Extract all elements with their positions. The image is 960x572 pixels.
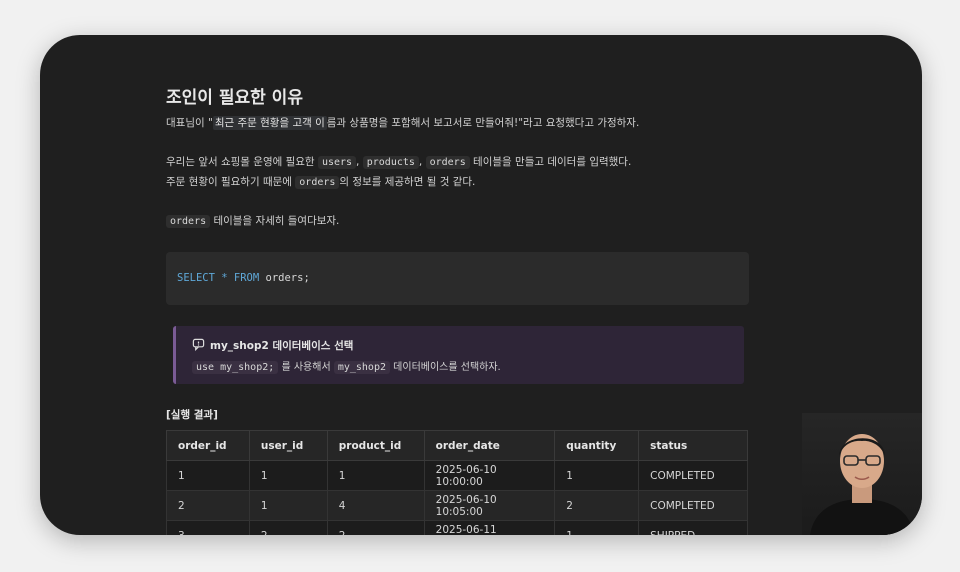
callout-text-mid: 를 사용해서: [278, 362, 334, 373]
table-row: 1 1 1 2025-06-10 10:00:00 1 COMPLETED: [166, 460, 748, 491]
table-cell: 4: [326, 490, 425, 521]
table-cell: 2025-06-11 14:20:00: [423, 520, 556, 535]
column-header: user_id: [248, 430, 328, 461]
result-table: order_id user_id product_id order_date q…: [166, 430, 748, 535]
inline-code-use: use my_shop2;: [192, 361, 279, 374]
page-title: 조인이 필요한 이유: [166, 88, 303, 108]
callout-title-text: my_shop2 데이터베이스 선택: [210, 340, 354, 352]
inline-code-db: my_shop2: [333, 361, 390, 374]
table-cell: 1: [166, 460, 250, 491]
column-header: order_id: [166, 430, 250, 461]
inline-code-orders: orders: [166, 215, 211, 228]
table-cell: SHIPPED: [638, 520, 748, 535]
sql-keyword-select: SELECT: [177, 272, 215, 284]
sql-star: *: [214, 272, 234, 284]
p2-sep-2: ,: [418, 156, 426, 168]
inline-code-users: users: [317, 156, 357, 169]
speech-bubble-icon: [192, 338, 205, 352]
video-frame: 조인이 필요한 이유 대표님이 " 최근 주문 현황을 고객 이 름과 상품명을 포…: [40, 35, 922, 535]
table-cell: COMPLETED: [638, 490, 748, 521]
sql-keyword-from: FROM: [233, 272, 260, 284]
table-cell: 1: [248, 490, 328, 521]
table-cell: 2: [554, 490, 640, 521]
table-row: 3 2 2 2025-06-11 14:20:00 1 SHIPPED: [166, 520, 748, 535]
paragraph-2: 우리는 앞서 쇼핑몰 운영에 필요한 users, products, orde…: [166, 154, 631, 169]
paragraph-1: 대표님이 " 최근 주문 현황을 고객 이 름과 상품명을 포함해서 보고서로 만들…: [166, 115, 639, 130]
table-cell: 1: [248, 460, 328, 491]
column-header: product_id: [326, 430, 425, 461]
table-header-row: order_id user_id product_id order_date q…: [166, 430, 748, 461]
p3-text-pre: 주문 현황이 필요하기 때문에: [166, 176, 296, 188]
callout-text-post: 데이터베이스를 선택하자.: [390, 362, 501, 373]
inline-code-orders: orders: [425, 156, 470, 169]
sql-code-block[interactable]: SELECT * FROM orders;: [166, 252, 749, 305]
table-cell: 1: [554, 520, 640, 535]
p3-text-post: 의 정보를 제공하면 될 것 같다.: [339, 176, 476, 188]
table-cell: COMPLETED: [638, 460, 748, 491]
table-cell: 2: [166, 490, 250, 521]
table-cell: 2025-06-10 10:05:00: [423, 490, 556, 521]
column-header: quantity: [554, 430, 640, 461]
paragraph-4: orders 테이블을 자세히 들여다보자.: [166, 213, 339, 228]
presenter-avatar: [810, 434, 914, 535]
table-cell: 2: [326, 520, 425, 535]
table-cell: 1: [326, 460, 425, 491]
p1-highlight: 최근 주문 현황을 고객 이: [212, 116, 327, 130]
sql-table-name: orders;: [259, 272, 310, 284]
p2-text-post: 테이블을 만들고 데이터를 입력했다.: [469, 156, 632, 168]
column-header: order_date: [423, 430, 556, 461]
p2-text-pre: 우리는 앞서 쇼핑몰 운영에 필요한: [166, 156, 318, 168]
callout-box: my_shop2 데이터베이스 선택 use my_shop2; 를 사용해서 …: [173, 326, 744, 384]
p1-text-post: 름과 상품명을 포함해서 보고서로 만들어줘!"라고 요청했다고 가정하자.: [326, 117, 640, 129]
column-header: status: [638, 430, 748, 461]
table-cell: 2: [248, 520, 328, 535]
result-label: [실행 결과]: [166, 409, 218, 421]
webcam-overlay: [802, 413, 922, 535]
callout-title: my_shop2 데이터베이스 선택: [192, 338, 353, 353]
sql-statement: SELECT * FROM orders;: [177, 272, 310, 284]
paragraph-3: 주문 현황이 필요하기 때문에 orders 의 정보를 제공하면 될 것 같다.: [166, 174, 475, 189]
p4-text-post: 테이블을 자세히 들여다보자.: [210, 215, 340, 227]
table-cell: 3: [166, 520, 250, 535]
table-cell: 2025-06-10 10:00:00: [423, 460, 556, 491]
inline-code-products: products: [362, 156, 419, 169]
callout-body: use my_shop2; 를 사용해서 my_shop2 데이터베이스를 선택…: [192, 358, 501, 374]
p1-text-pre: 대표님이 ": [166, 117, 213, 129]
table-cell: 1: [554, 460, 640, 491]
table-row: 2 1 4 2025-06-10 10:05:00 2 COMPLETED: [166, 490, 748, 521]
inline-code-orders: orders: [295, 176, 340, 189]
p2-sep-1: ,: [356, 156, 363, 168]
